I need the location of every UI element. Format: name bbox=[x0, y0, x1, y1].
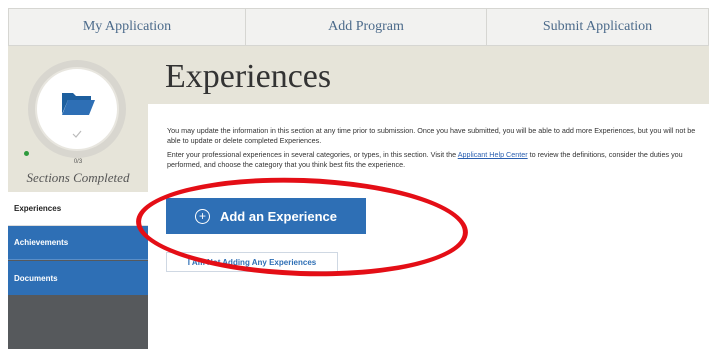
tab-add-program[interactable]: Add Program bbox=[246, 9, 487, 45]
sidebar-item-achievements[interactable]: Achievements bbox=[8, 226, 148, 260]
progress-panel: 0/3 Sections Completed bbox=[8, 46, 148, 192]
top-navigation: My Application Add Program Submit Applic… bbox=[8, 8, 709, 46]
sidebar: 0/3 Sections Completed Experiences Achie… bbox=[8, 46, 148, 349]
add-experience-button[interactable]: + Add an Experience bbox=[166, 198, 366, 234]
check-icon bbox=[72, 130, 82, 138]
info-paragraph: You may update the information in this s… bbox=[167, 126, 696, 145]
plus-circle-icon: + bbox=[194, 208, 210, 224]
instructions-text-start: Enter your professional experiences in s… bbox=[167, 150, 458, 159]
sidebar-item-documents[interactable]: Documents bbox=[8, 261, 148, 295]
not-adding-experiences-button[interactable]: I Am Not Adding Any Experiences bbox=[166, 252, 338, 272]
main-content: Experiences You may update the informati… bbox=[148, 46, 709, 349]
applicant-help-center-link[interactable]: Applicant Help Center bbox=[458, 150, 528, 159]
page-header: Experiences bbox=[148, 46, 709, 104]
progress-count: 0/3 bbox=[73, 159, 83, 165]
tab-my-application[interactable]: My Application bbox=[9, 9, 246, 45]
instructions-paragraph: Enter your professional experiences in s… bbox=[167, 150, 702, 169]
sidebar-item-experiences[interactable]: Experiences bbox=[8, 192, 148, 226]
folder-icon bbox=[62, 93, 95, 115]
tab-submit-application[interactable]: Submit Application bbox=[487, 9, 708, 45]
app-frame: My Application Add Program Submit Applic… bbox=[8, 8, 709, 349]
page-title: Experiences bbox=[165, 58, 332, 95]
progress-dot bbox=[24, 151, 29, 156]
add-experience-label: Add an Experience bbox=[219, 208, 338, 224]
progress-label: Sections Completed bbox=[26, 170, 130, 185]
